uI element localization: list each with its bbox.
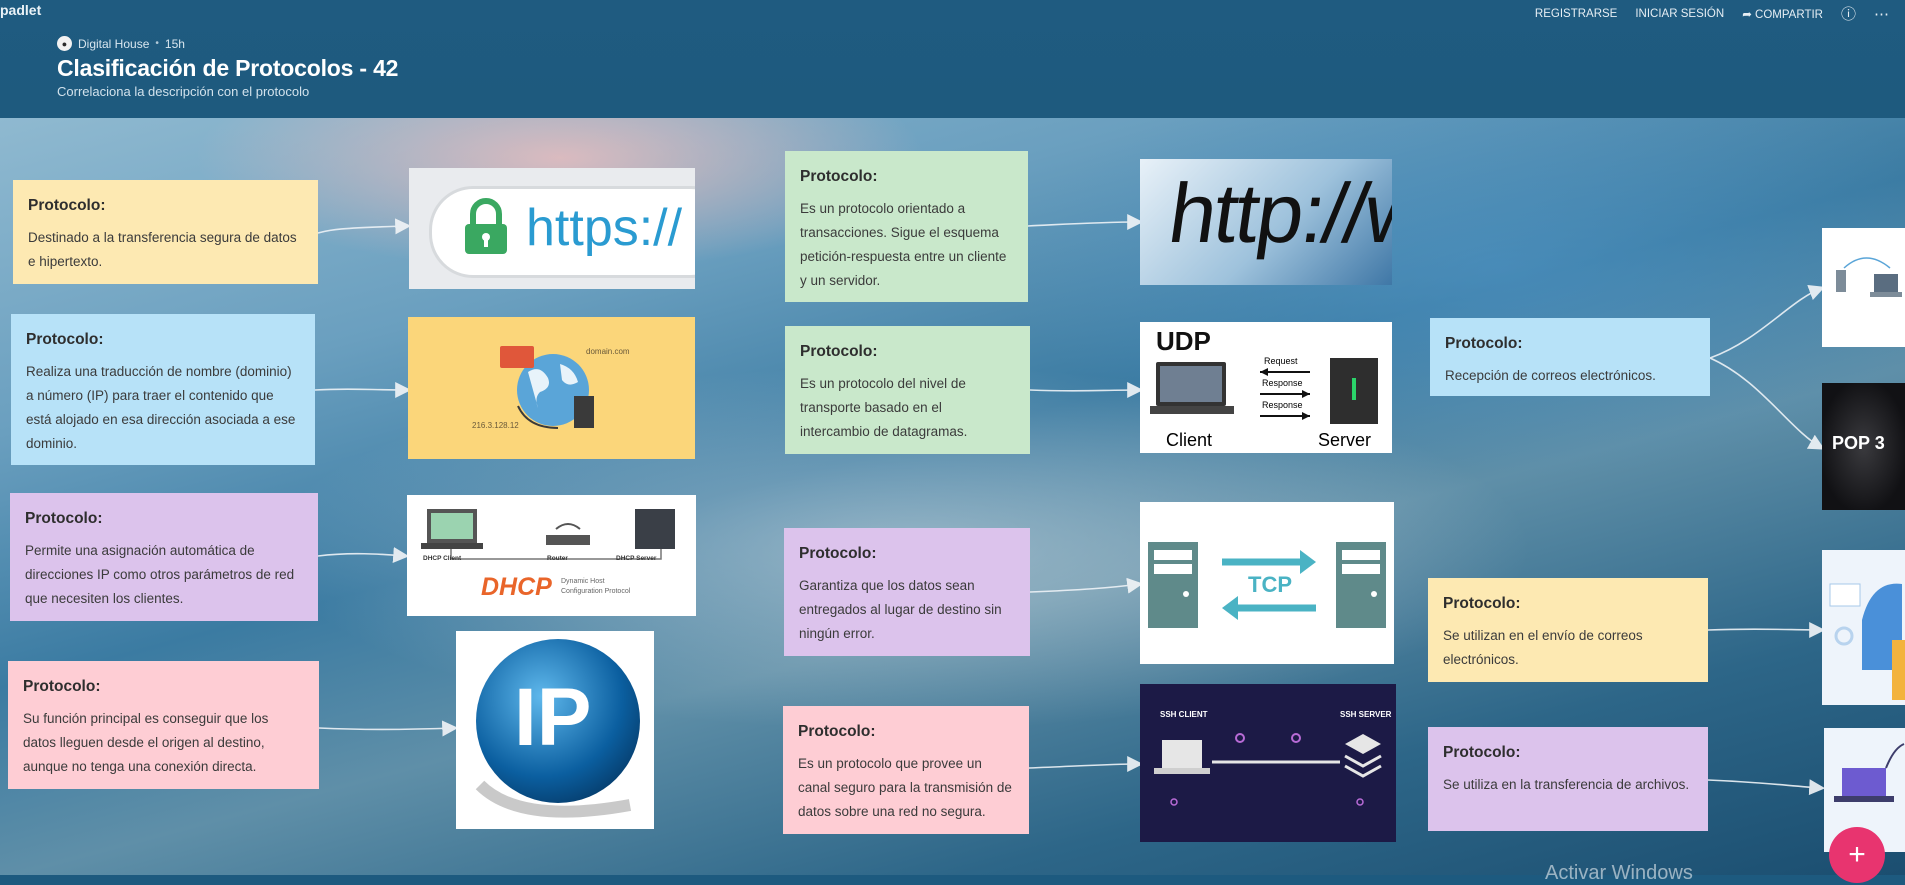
post-body: Es un protocolo orientado a transaccione… <box>800 201 1007 288</box>
post-card-udp[interactable]: Protocolo: Es un protocolo del nivel de … <box>785 326 1030 454</box>
email-client-image[interactable] <box>1822 228 1905 347</box>
post-body: Permite una asignación automática de dir… <box>25 543 295 606</box>
post-heading: Protocolo: <box>26 331 104 348</box>
owner-avatar[interactable]: ● <box>57 36 72 51</box>
lock-icon <box>465 198 507 254</box>
post-card-http[interactable]: Protocolo: Es un protocolo orientado a t… <box>785 151 1028 302</box>
smtp-image[interactable] <box>1822 550 1905 705</box>
post-card-ssh[interactable]: Protocolo: Es un protocolo que provee un… <box>783 706 1029 834</box>
separator-dot: • <box>155 38 159 49</box>
dhcp-caption-line2: Configuration Protocol <box>561 588 631 595</box>
owner-name[interactable]: Digital House <box>78 37 149 51</box>
post-body: Es un protocolo del nivel de transporte … <box>800 376 968 439</box>
login-button[interactable]: INICIAR SESIÓN <box>1635 8 1724 20</box>
udp-response-label-2: Response <box>1262 400 1303 410</box>
board-meta: ● Digital House • 15h <box>57 36 185 51</box>
share-icon: ➦ <box>1742 8 1752 21</box>
pop3-image[interactable]: POP 3 <box>1822 383 1905 510</box>
post-body: Realiza una traducción de nombre (domini… <box>26 364 296 451</box>
ip-text: IP <box>514 672 592 763</box>
post-body: Destinado a la transferencia segura de d… <box>28 230 297 269</box>
ssh-diagram <box>1154 733 1382 806</box>
udp-diagram <box>1150 358 1378 424</box>
tcp-image[interactable]: TCP <box>1140 502 1394 664</box>
post-body: Se utiliza en la transferencia de archiv… <box>1443 777 1690 792</box>
share-label: COMPARTIR <box>1755 8 1823 21</box>
https-text: https:// <box>526 199 683 257</box>
windows-activation-watermark: Activar Windows <box>1545 862 1693 884</box>
mailbox-icon <box>1829 583 1905 700</box>
post-heading: Protocolo: <box>25 510 103 527</box>
dns-image[interactable]: domain.com 216.3.128.12 <box>408 317 695 459</box>
post-body: Garantiza que los datos sean entregados … <box>799 578 1002 641</box>
udp-response-label-1: Response <box>1262 378 1303 388</box>
post-heading: Protocolo: <box>23 678 101 695</box>
post-card-pop3[interactable]: Protocolo: Recepción de correos electrón… <box>1430 318 1710 396</box>
help-icon[interactable]: ⓘ <box>1841 3 1856 24</box>
board-title: Clasificación de Protocolos - 42 <box>57 55 399 81</box>
pop3-text: POP 3 <box>1832 433 1885 453</box>
post-body: Su función principal es conseguir que lo… <box>23 711 269 774</box>
top-nav: REGISTRARSE INICIAR SESIÓN ➦ COMPARTIR ⓘ… <box>1535 3 1889 24</box>
router-label: Router <box>547 555 568 562</box>
post-body: Se utilizan en el envío de correos elect… <box>1443 628 1643 667</box>
post-heading: Protocolo: <box>798 723 876 740</box>
post-card-ftp[interactable]: Protocolo: Se utiliza en la transferenci… <box>1428 727 1708 831</box>
post-card-dhcp[interactable]: Protocolo: Permite una asignación automá… <box>10 493 318 621</box>
padlet-logo[interactable]: padlet <box>0 2 41 18</box>
header: padlet REGISTRARSE INICIAR SESIÓN ➦ COMP… <box>0 0 1905 118</box>
https-image[interactable]: https:// <box>409 168 695 289</box>
post-heading: Protocolo: <box>799 545 877 562</box>
ip-image[interactable]: IP <box>456 631 654 829</box>
dhcp-image[interactable]: DHCP Client Router DHCP Server DHCP Dyna… <box>407 495 696 616</box>
post-heading: Protocolo: <box>1443 744 1521 761</box>
post-heading: Protocolo: <box>28 197 106 214</box>
ssh-image[interactable]: SSH CLIENT SSH SERVER <box>1140 684 1396 842</box>
post-heading: Protocolo: <box>800 343 878 360</box>
udp-request-label: Request <box>1264 356 1298 366</box>
dhcp-caption-line1: Dynamic Host <box>561 578 605 585</box>
share-button[interactable]: ➦ COMPARTIR <box>1742 7 1823 21</box>
post-body: Recepción de correos electrónicos. <box>1445 368 1656 383</box>
dhcp-server-label: DHCP Server <box>616 555 657 562</box>
udp-image[interactable]: UDP Request Response Response Client Ser… <box>1140 322 1392 453</box>
post-heading: Protocolo: <box>1445 335 1523 352</box>
email-devices-icon <box>1836 257 1902 297</box>
udp-client-label: Client <box>1166 430 1213 450</box>
dhcp-client-label: DHCP Client <box>423 555 462 562</box>
dhcp-logo-text: DHCP <box>481 573 552 601</box>
udp-title: UDP <box>1156 326 1211 356</box>
post-age: 15h <box>164 36 185 51</box>
register-button[interactable]: REGISTRARSE <box>1535 8 1617 20</box>
post-card-tcp[interactable]: Protocolo: Garantiza que los datos sean … <box>784 528 1030 656</box>
more-icon[interactable]: ⋯ <box>1874 5 1889 23</box>
post-card-https[interactable]: Protocolo: Destinado a la transferencia … <box>13 180 318 284</box>
post-heading: Protocolo: <box>800 168 878 185</box>
post-card-dns[interactable]: Protocolo: Realiza una traducción de nom… <box>11 314 315 465</box>
http-image[interactable]: http://ww <box>1140 159 1392 285</box>
post-card-ip[interactable]: Protocolo: Su función principal es conse… <box>8 661 319 789</box>
dns-domain-label: domain.com <box>586 347 630 356</box>
dns-ip-label: 216.3.128.12 <box>472 421 519 430</box>
http-text: http://ww <box>1163 166 1392 260</box>
post-card-smtp[interactable]: Protocolo: Se utilizan en el envío de co… <box>1428 578 1708 682</box>
tcp-text: TCP <box>1248 572 1292 597</box>
post-body: Es un protocolo que provee un canal segu… <box>798 756 1012 819</box>
post-heading: Protocolo: <box>1443 595 1521 612</box>
udp-server-label: Server <box>1318 430 1372 450</box>
board-subtitle: Correlaciona la descripción con el proto… <box>57 84 310 99</box>
